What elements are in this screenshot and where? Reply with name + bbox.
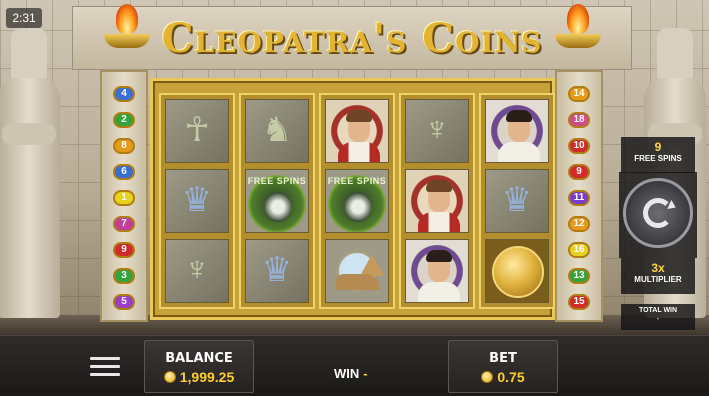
- free-spins-symbol: FREE SPINS: [245, 169, 309, 233]
- game-title: Cleopatra's Coins: [161, 15, 543, 62]
- bet-label: BET: [489, 351, 517, 366]
- roman-man-symbol: [325, 99, 389, 163]
- payline-badge[interactable]: 15: [568, 294, 590, 310]
- game-stage: Cleopatra's Coins 428617935 14 18 10 9 11 12 1…: [0, 0, 709, 335]
- payline-badge[interactable]: 16: [568, 242, 590, 258]
- paylines-right: 14 18 10 9 11 12 16 13 15: [555, 70, 603, 322]
- free-spins-label: FREE SPINS: [634, 154, 682, 163]
- payline-badge[interactable]: 13: [568, 268, 590, 284]
- free-spins-symbol-label: FREE SPINS: [327, 176, 387, 186]
- ankh-figure-symbol: ☥: [165, 99, 229, 163]
- free-spins-panel: 9 FREE SPINS: [621, 137, 695, 173]
- title-banner: Cleopatra's Coins: [72, 6, 632, 70]
- multiplier-label: MULTIPLIER: [634, 275, 682, 284]
- cobra-icon: [344, 192, 372, 222]
- payline-badge[interactable]: 6: [113, 164, 135, 180]
- coin-icon: [481, 371, 494, 383]
- payline-badge[interactable]: 14: [568, 86, 590, 102]
- goddess-figure-symbol: ♆: [405, 99, 469, 163]
- payline-badge[interactable]: 8: [113, 138, 135, 154]
- payline-badge[interactable]: 4: [113, 86, 135, 102]
- reel: ♆: [399, 93, 475, 309]
- multiplier-panel: 3x MULTIPLIER: [621, 258, 695, 294]
- free-spins-symbol-label: FREE SPINS: [247, 176, 307, 186]
- seated-pharaoh-symbol: ♛: [165, 169, 229, 233]
- free-spins-count: 9: [654, 140, 662, 154]
- bottom-bar: BALANCE 1,999.25 WIN - BET 0.75: [0, 335, 709, 396]
- gold-coin-icon: [492, 246, 544, 298]
- sphinx-symbol: [325, 239, 389, 303]
- refresh-icon: [643, 198, 673, 228]
- reels-frame: ☥ ♛ ♆ ♞ FREE SPINS ♛ FREE SPINS ♆ ♛: [150, 78, 555, 320]
- free-spins-symbol: FREE SPINS: [325, 169, 389, 233]
- jackal-figure-symbol: ♞: [245, 99, 309, 163]
- payline-badge[interactable]: 10: [568, 138, 590, 154]
- payline-badge[interactable]: 7: [113, 216, 135, 232]
- reel: ♞ FREE SPINS ♛: [239, 93, 315, 309]
- win-value: -: [363, 366, 368, 381]
- payline-badge[interactable]: 9: [113, 242, 135, 258]
- payline-badge[interactable]: 1: [113, 190, 135, 206]
- gold-coin-symbol: [485, 239, 549, 303]
- spin-panel: [619, 172, 697, 258]
- roman-emperor-symbol: [405, 239, 469, 303]
- payline-badge[interactable]: 5: [113, 294, 135, 310]
- multiplier-value: 3x: [651, 261, 665, 275]
- win-label: WIN: [334, 366, 360, 381]
- payline-badge[interactable]: 11: [568, 190, 590, 206]
- win-display: WIN -: [334, 366, 368, 381]
- status-time: 2:31: [6, 8, 42, 28]
- brazier-icon: [555, 4, 601, 60]
- payline-badge[interactable]: 3: [113, 268, 135, 284]
- reel: ♛: [479, 93, 555, 309]
- bet-display: 0.75: [449, 366, 557, 385]
- total-win-value: -: [656, 314, 660, 323]
- total-win-label: TOTAL WIN: [638, 307, 678, 314]
- bet-button[interactable]: BET 0.75: [448, 340, 558, 393]
- payline-badge[interactable]: 18: [568, 112, 590, 128]
- bet-value: 0.75: [497, 369, 525, 385]
- reel: ☥ ♛ ♆: [159, 93, 235, 309]
- payline-badge[interactable]: 9: [568, 164, 590, 180]
- pharaoh-statue-left: [0, 28, 64, 328]
- brazier-icon: [104, 4, 150, 60]
- seated-pharaoh-symbol: ♛: [245, 239, 309, 303]
- total-win-panel: TOTAL WIN -: [621, 304, 695, 330]
- cobra-icon: [264, 192, 292, 222]
- reel: FREE SPINS: [319, 93, 395, 309]
- hamburger-menu-icon[interactable]: [90, 357, 120, 377]
- balance-label: BALANCE: [165, 351, 233, 366]
- goddess-figure-symbol: ♆: [165, 239, 229, 303]
- spin-button[interactable]: [623, 178, 693, 248]
- paylines-left: 4 2 8 6 1 7 9 3 5: [100, 70, 148, 322]
- payline-badge[interactable]: 2: [113, 112, 135, 128]
- payline-badge[interactable]: 12: [568, 216, 590, 232]
- balance-value: 1,999.25: [179, 369, 235, 385]
- roman-emperor-symbol: [485, 99, 549, 163]
- seated-pharaoh-symbol: ♛: [485, 169, 549, 233]
- balance-box: BALANCE 1,999.25: [144, 340, 254, 393]
- coin-icon: [163, 371, 176, 383]
- balance-display: 1,999.25: [145, 366, 253, 385]
- roman-man-symbol: [405, 169, 469, 233]
